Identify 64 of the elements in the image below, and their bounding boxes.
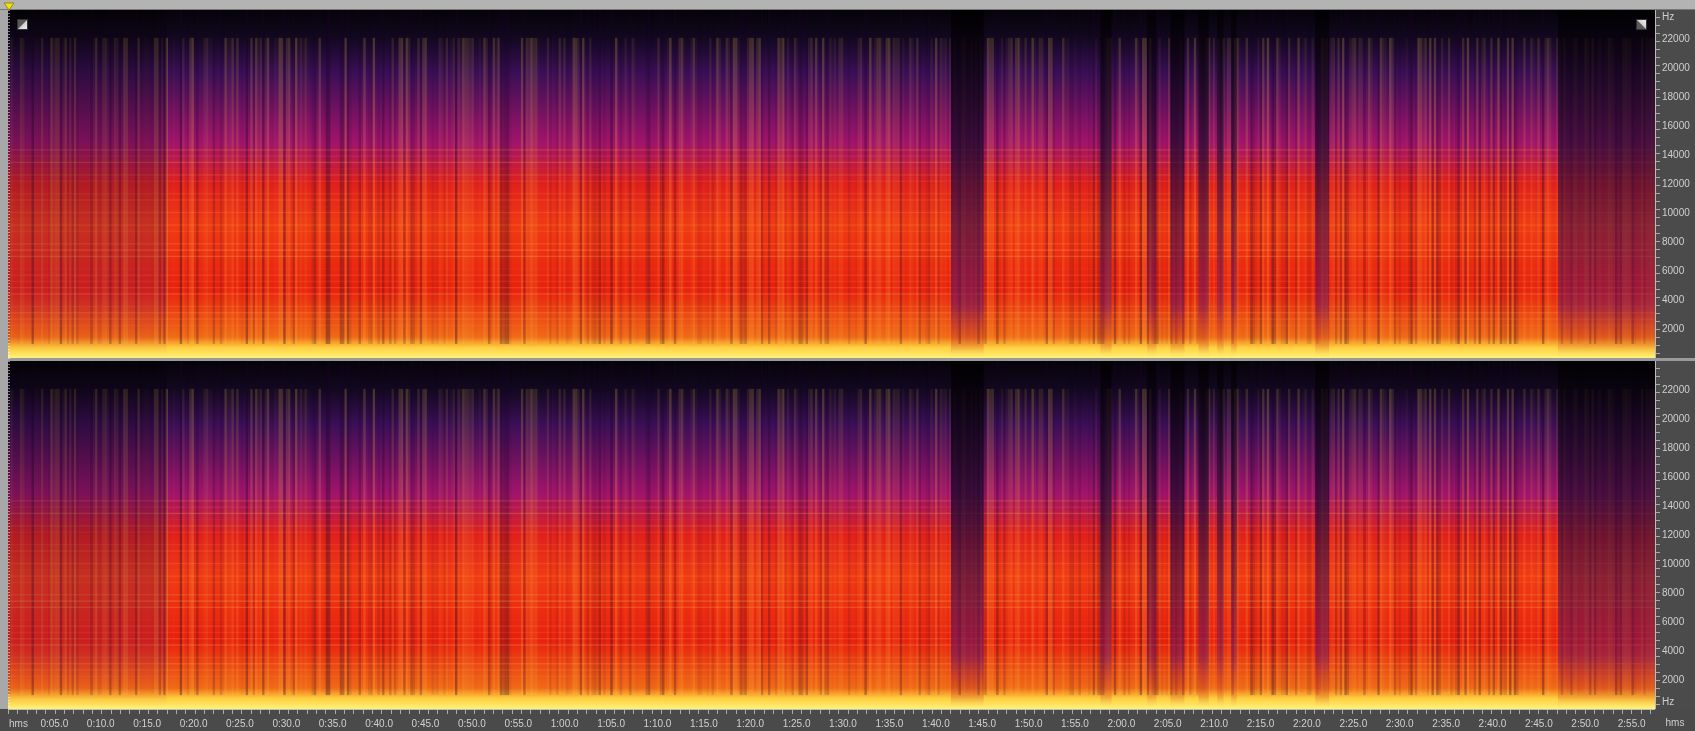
time-label: 1:35.0 [875, 716, 904, 729]
frequency-label: 16000 [1661, 472, 1690, 482]
time-label: 1:20.0 [736, 716, 765, 729]
time-label: 2:40.0 [1478, 716, 1507, 729]
time-label: 0:50.0 [458, 716, 486, 729]
time-label: 0:40.0 [365, 716, 393, 729]
time-label: 1:05.0 [597, 716, 625, 729]
time-label: 0:10.0 [86, 716, 115, 729]
time-label: 0:30.0 [272, 716, 301, 729]
corner-handle-icon[interactable] [1636, 19, 1647, 30]
time-label: 0:25.0 [226, 716, 254, 729]
frequency-label: 18000 [1661, 443, 1690, 453]
time-label: 2:35.0 [1432, 716, 1460, 729]
frequency-label: 4000 [1661, 295, 1685, 305]
frequency-label: 8000 [1661, 588, 1685, 598]
frequency-label: 6000 [1661, 266, 1685, 276]
time-label: 2:55.0 [1617, 716, 1646, 729]
time-label: 1:55.0 [1061, 716, 1089, 729]
time-label: 2:50.0 [1571, 716, 1600, 729]
frequency-label: 2000 [1661, 324, 1685, 334]
frequency-label: 10000 [1661, 208, 1690, 218]
time-label: 0:20.0 [179, 716, 208, 729]
time-label: 0:55.0 [504, 716, 533, 729]
time-label: 0:45.0 [411, 716, 440, 729]
time-label: 0:05.0 [40, 716, 69, 729]
frequency-label: 12000 [1661, 179, 1690, 189]
frequency-label: 20000 [1661, 414, 1690, 424]
time-unit-label: hms [1665, 716, 1685, 728]
time-label: 2:25.0 [1339, 716, 1368, 729]
time-label: 2:45.0 [1524, 716, 1553, 729]
frequency-label: 14000 [1661, 150, 1690, 160]
frequency-label: 22000 [1661, 34, 1690, 44]
frequency-label: 14000 [1661, 501, 1690, 511]
playhead-marker[interactable] [3, 0, 15, 708]
frequency-label: 18000 [1661, 92, 1690, 102]
time-label: 2:15.0 [1246, 716, 1275, 729]
time-label: 1:00.0 [550, 716, 579, 729]
corner-handle-icon[interactable] [17, 19, 28, 30]
time-unit-label: hms [9, 716, 28, 729]
frequency-unit-label: Hz [1661, 696, 1675, 707]
time-label: 2:05.0 [1153, 716, 1182, 729]
time-label: 2:00.0 [1107, 716, 1136, 729]
frequency-label: 2000 [1661, 675, 1685, 685]
time-label: 2:30.0 [1385, 716, 1414, 729]
time-label: 1:40.0 [921, 716, 950, 729]
frequency-label: 16000 [1661, 121, 1690, 131]
frequency-label: 10000 [1661, 559, 1690, 569]
time-label: 1:50.0 [1014, 716, 1043, 729]
time-label: 2:20.0 [1293, 716, 1321, 729]
time-label: 1:25.0 [782, 716, 811, 729]
frequency-label: 20000 [1661, 63, 1690, 73]
time-label: 0:35.0 [318, 716, 347, 729]
frequency-label: 22000 [1661, 385, 1690, 395]
frequency-label: 12000 [1661, 530, 1690, 540]
time-label: 0:15.0 [133, 716, 162, 729]
frequency-unit-label: Hz [1661, 12, 1675, 23]
frequency-label: 4000 [1661, 646, 1685, 656]
frequency-label: 8000 [1661, 237, 1685, 247]
time-label: 1:45.0 [968, 716, 997, 729]
time-label: 1:10.0 [643, 716, 672, 729]
time-label: 2:10.0 [1200, 716, 1229, 729]
frequency-label: 6000 [1661, 617, 1685, 627]
time-label: 1:30.0 [829, 716, 857, 729]
time-label: 1:15.0 [689, 716, 718, 729]
